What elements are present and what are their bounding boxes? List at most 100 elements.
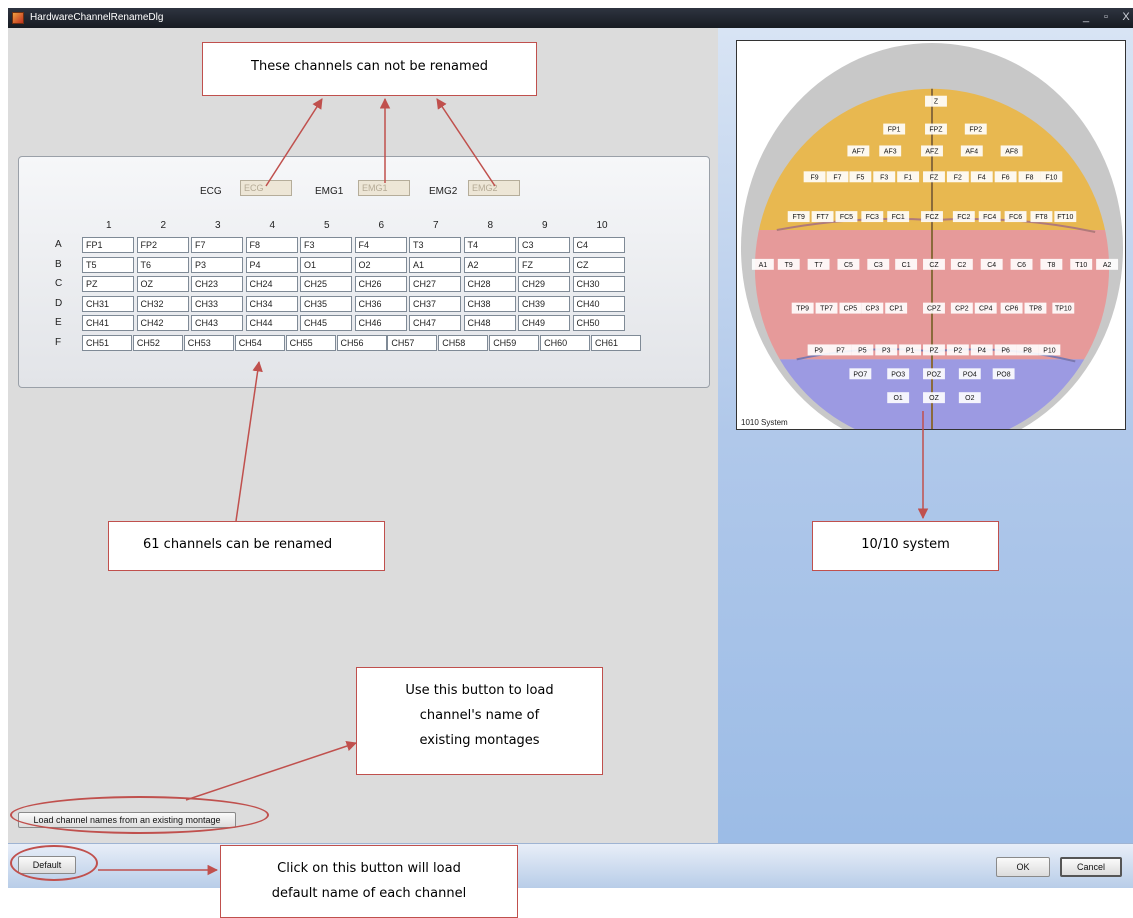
channel-name-field[interactable]: P4	[245, 256, 298, 273]
channel-name-field[interactable]: FP1	[82, 237, 134, 253]
channel-name-field[interactable]: CH59	[489, 334, 540, 351]
channel-name-field[interactable]: CH37	[409, 295, 461, 312]
channel-name-field[interactable]: CH32	[136, 295, 189, 312]
electrode-label: C5	[844, 262, 853, 269]
channel-name-field[interactable]: T5	[82, 256, 134, 273]
electrode-label: AFZ	[925, 148, 939, 155]
channel-name-field[interactable]: CH57	[387, 334, 438, 351]
channel-name-field[interactable]: CH33	[191, 295, 243, 312]
ok-button[interactable]: OK	[996, 857, 1050, 877]
channel-name-field[interactable]: CH23	[191, 276, 243, 292]
electrode-label: PO7	[853, 371, 867, 378]
channel-name-field[interactable]: CH38	[463, 295, 516, 312]
channel-name-field[interactable]: CH45	[300, 315, 352, 331]
close-button[interactable]: X	[1119, 11, 1133, 23]
channel-name-field[interactable]: CH47	[409, 315, 461, 331]
channel-name-field[interactable]: O1	[300, 256, 352, 273]
electrode-label: Z	[934, 99, 939, 106]
electrode-label: PZ	[930, 347, 940, 354]
channel-name-field[interactable]: PZ	[82, 276, 134, 292]
channel-name-field[interactable]: CH26	[354, 276, 407, 292]
electrode-label: P8	[1023, 347, 1032, 354]
default-help-line: Click on this button will load	[277, 861, 461, 876]
electrode-label: C6	[1017, 262, 1026, 269]
channel-name-field[interactable]: CH58	[438, 334, 489, 351]
channel-name-field[interactable]: CH55	[285, 334, 336, 351]
column-header: 2	[160, 220, 167, 231]
app-icon	[12, 12, 24, 24]
channel-name-field[interactable]: CH29	[518, 276, 570, 292]
load-montage-button[interactable]: Load channel names from an existing mont…	[18, 812, 236, 828]
electrode-label: POZ	[927, 371, 942, 378]
channel-name-field[interactable]: A2	[463, 256, 516, 273]
channel-name-field[interactable]: CZ	[572, 256, 625, 273]
channel-name-field[interactable]: CH28	[463, 276, 516, 292]
bottom-bar: Default OK Cancel	[8, 843, 1133, 888]
brain-diagram: Z FP1 FPZ FP2 AF7 AF3 AFZ AF4 AF8 F9 F7 F5 F3 F1 FZ F2 F…	[741, 43, 1123, 429]
electrode-label: FZ	[930, 174, 939, 181]
electrode-label: C1	[902, 262, 911, 269]
channel-name-field[interactable]: F4	[354, 237, 407, 253]
channel-name-field[interactable]: CH56	[336, 334, 387, 351]
channel-name-field[interactable]: CH46	[354, 315, 407, 331]
channel-name-field[interactable]: CH40	[572, 295, 625, 312]
channel-name-field[interactable]: CH43	[191, 315, 243, 331]
channel-name-field[interactable]: CH24	[245, 276, 298, 292]
ecg-field: ECG	[240, 180, 292, 196]
channel-name-field[interactable]: CH54	[234, 334, 285, 351]
electrode-map-image: Z FP1 FPZ FP2 AF7 AF3 AFZ AF4 AF8 F9 F7 F5 F3 F1 FZ F2 F…	[736, 40, 1126, 430]
electrode-label: P9	[814, 347, 823, 354]
channel-name-field[interactable]: CH51	[82, 334, 132, 351]
channel-name-field[interactable]: CH39	[518, 295, 570, 312]
minimize-button[interactable]: _	[1079, 11, 1093, 23]
channel-name-field[interactable]: CH42	[136, 315, 189, 331]
channel-name-field[interactable]: F8	[245, 237, 298, 253]
electrode-label: A1	[759, 262, 768, 269]
channel-name-field[interactable]: OZ	[136, 276, 189, 292]
channel-name-field[interactable]: CH27	[409, 276, 461, 292]
channel-name-field[interactable]: T6	[136, 256, 189, 273]
channel-name-field[interactable]: CH50	[572, 315, 625, 331]
electrode-label: CP2	[955, 306, 969, 313]
channel-name-field[interactable]: A1	[409, 256, 461, 273]
callout-can-rename: 61 channels can be renamed	[108, 521, 385, 571]
channel-name-field[interactable]: CH34	[245, 295, 298, 312]
channel-name-field[interactable]: CH31	[82, 295, 134, 312]
channel-name-field[interactable]: CH30	[572, 276, 625, 292]
channel-name-field[interactable]: FZ	[518, 256, 570, 273]
channel-name-field[interactable]: C3	[518, 237, 570, 253]
channel-name-field[interactable]: O2	[354, 256, 407, 273]
callout-system: 10/10 system	[812, 521, 999, 571]
channel-name-field[interactable]: FP2	[136, 237, 189, 253]
column-header: 3	[215, 220, 221, 231]
channel-name-field[interactable]: CH61	[591, 334, 641, 351]
electrode-label: FT10	[1057, 214, 1073, 221]
channel-name-field[interactable]: CH60	[540, 334, 591, 351]
channel-name-field[interactable]: CH48	[463, 315, 516, 331]
channel-name-field[interactable]: CH49	[518, 315, 570, 331]
channel-name-field[interactable]: P3	[191, 256, 243, 273]
map-caption: 1010 System	[741, 418, 788, 427]
electrode-label: AF3	[884, 148, 897, 155]
channel-name-field[interactable]: CH53	[183, 334, 234, 351]
maximize-button[interactable]: ▫	[1099, 11, 1113, 23]
electrode-label: FC1	[892, 214, 905, 221]
channel-name-field[interactable]: T4	[463, 237, 516, 253]
default-button[interactable]: Default	[18, 856, 76, 874]
electrode-label: F7	[833, 174, 841, 181]
channel-name-field[interactable]: F3	[300, 237, 352, 253]
channel-name-field[interactable]: CH36	[354, 295, 407, 312]
channel-name-field[interactable]: CH35	[300, 295, 352, 312]
channel-name-field[interactable]: CH25	[300, 276, 352, 292]
channel-name-field[interactable]: CH44	[245, 315, 298, 331]
cancel-button[interactable]: Cancel	[1060, 857, 1122, 877]
channel-name-field[interactable]: CH41	[82, 315, 134, 331]
electrode-label: PO8	[997, 371, 1011, 378]
electrode-label: F9	[811, 174, 819, 181]
channel-name-field[interactable]: T3	[409, 237, 461, 253]
channel-name-field[interactable]: F7	[191, 237, 243, 253]
electrode-label: AF4	[965, 148, 978, 155]
channel-name-field[interactable]: C4	[572, 237, 625, 253]
electrode-label: CP6	[1005, 306, 1019, 313]
channel-name-field[interactable]: CH52	[132, 334, 183, 351]
